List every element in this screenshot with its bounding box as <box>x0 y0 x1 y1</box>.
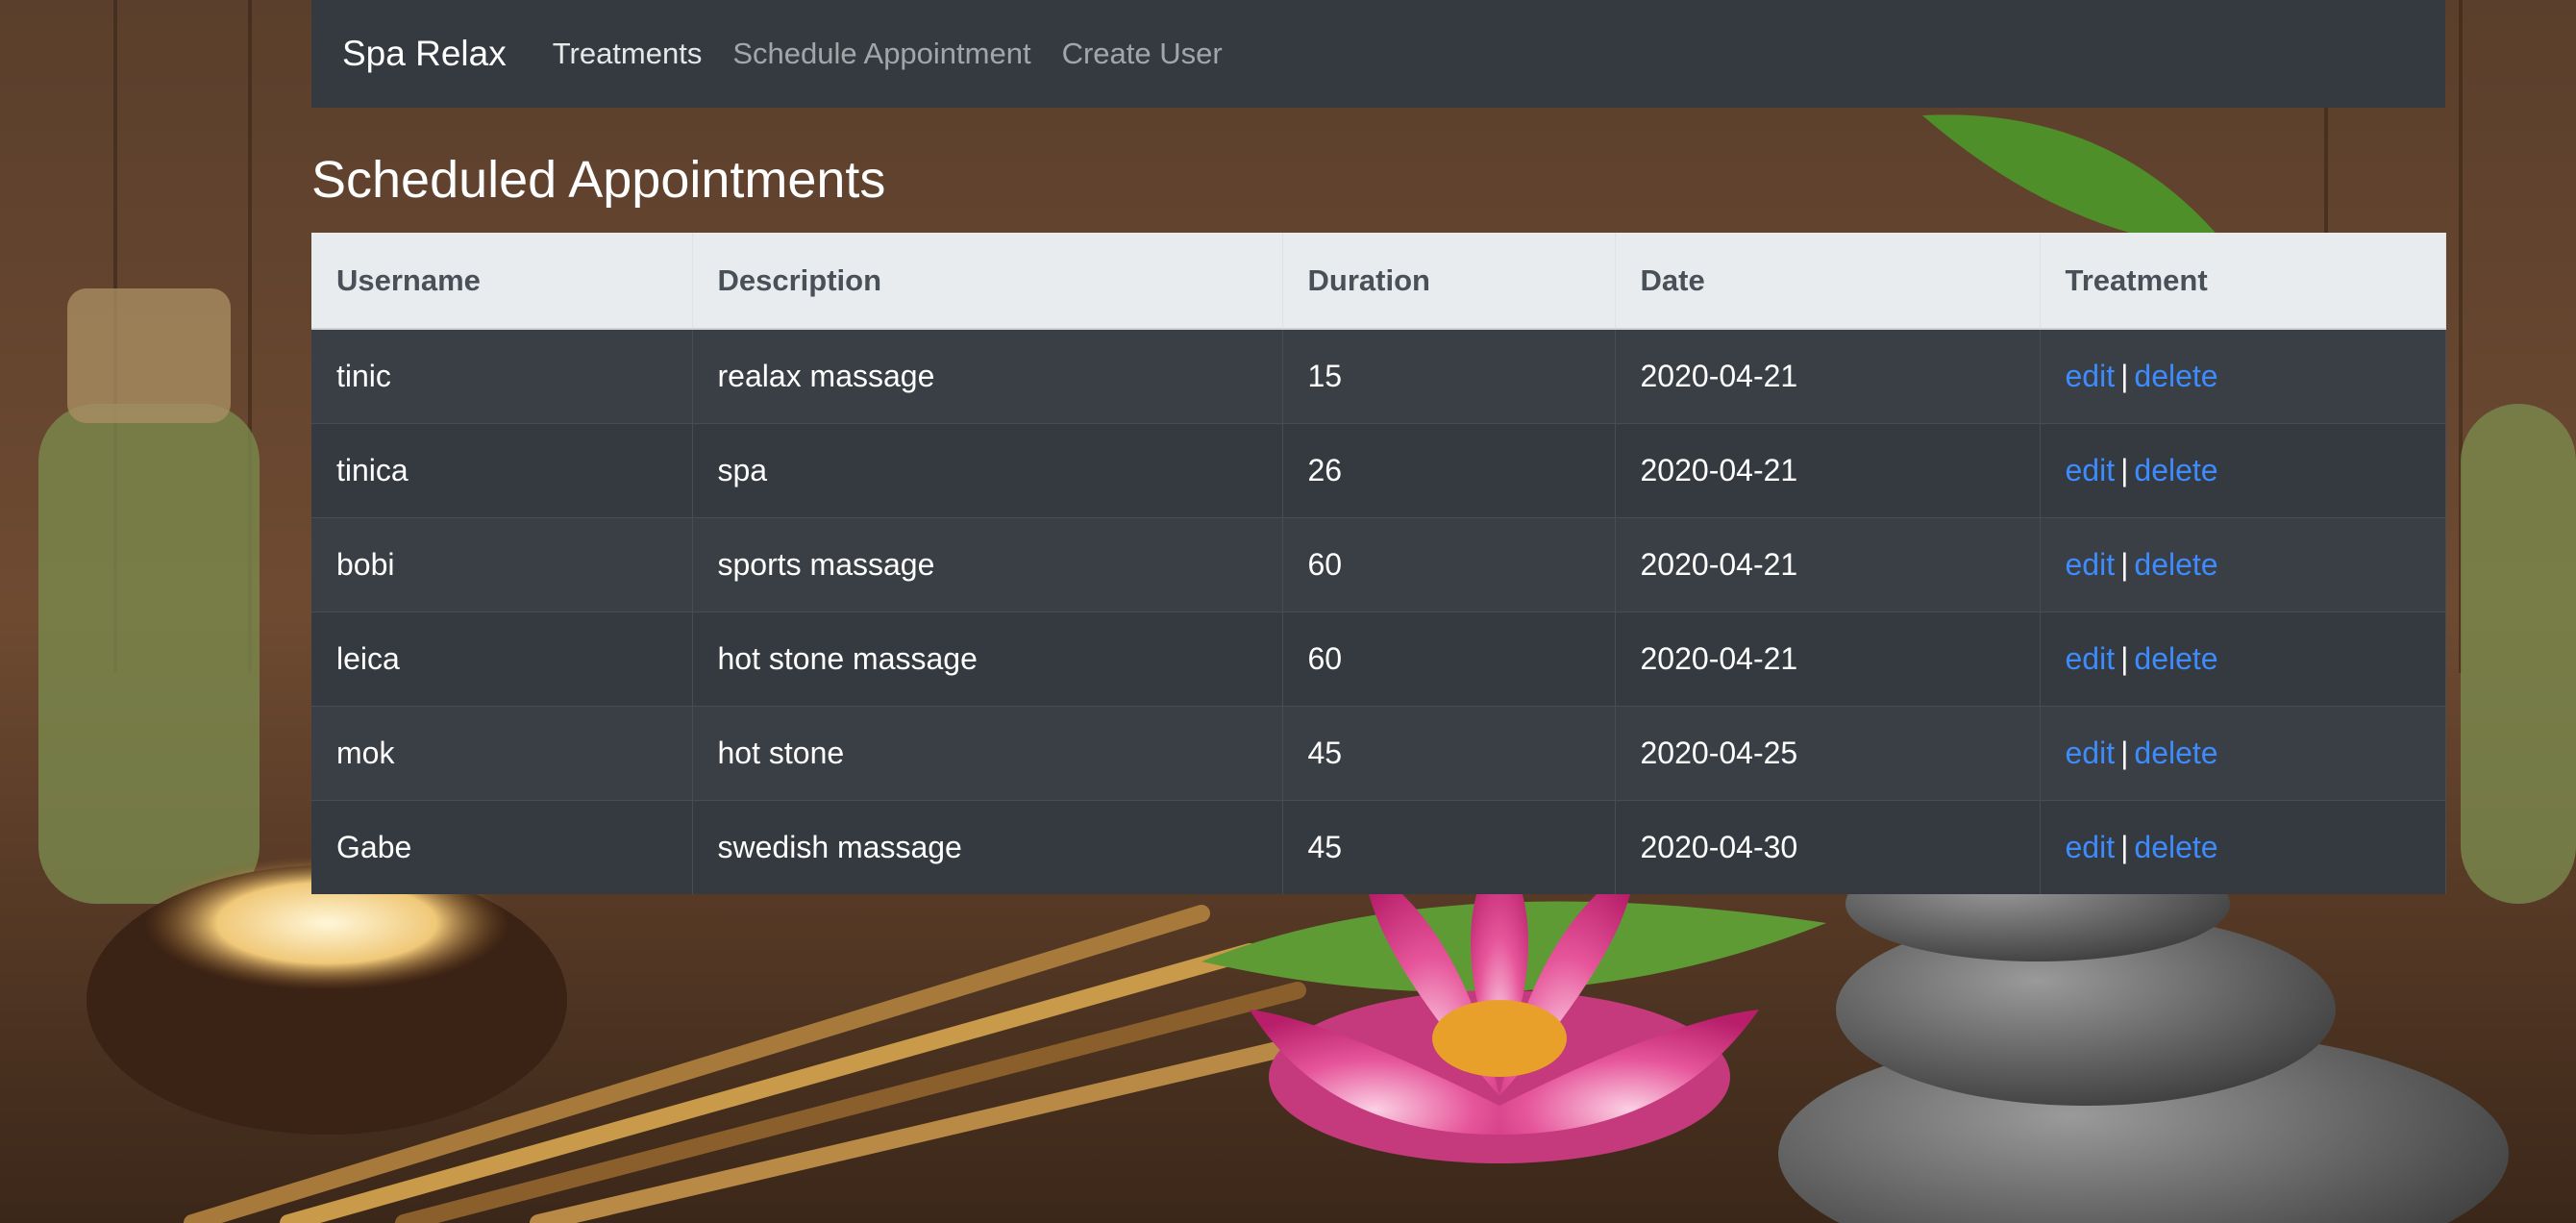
cell-duration: 60 <box>1282 516 1616 612</box>
table-row: bobi sports massage 60 2020-04-21 edit | d… <box>311 516 2446 612</box>
cell-actions: edit | delete <box>2040 516 2446 612</box>
action-separator: | <box>2120 735 2129 770</box>
cell-description: sports massage <box>692 516 1283 612</box>
nav-treatments[interactable]: Treatments <box>553 37 703 71</box>
table-row: Gabe swedish massage 45 2020-04-30 edit |… <box>311 799 2446 894</box>
cell-date: 2020-04-21 <box>1615 328 2041 423</box>
cell-description: realax massage <box>692 328 1283 423</box>
nav-schedule-appointment[interactable]: Schedule Appointment <box>732 37 1030 71</box>
cell-date: 2020-04-25 <box>1615 705 2041 800</box>
table-header-row: Username Description Duration Date Treat… <box>311 233 2446 330</box>
top-navbar: Spa Relax Treatments Schedule Appointmen… <box>311 0 2445 108</box>
action-separator: | <box>2120 546 2129 582</box>
delete-link[interactable]: delete <box>2134 359 2217 393</box>
edit-link[interactable]: edit <box>2066 453 2116 487</box>
table-row: tinic realax massage 15 2020-04-21 edit |… <box>311 328 2446 423</box>
header-treatment: Treatment <box>2040 233 2446 330</box>
edit-link[interactable]: edit <box>2066 641 2116 676</box>
delete-link[interactable]: delete <box>2134 453 2217 487</box>
delete-link[interactable]: delete <box>2134 830 2217 864</box>
cell-username: tinica <box>311 422 693 517</box>
main-container: Spa Relax Treatments Schedule Appointmen… <box>311 0 2446 894</box>
action-separator: | <box>2120 358 2129 393</box>
cell-description: swedish massage <box>692 799 1283 894</box>
cell-username: Gabe <box>311 799 693 894</box>
cell-duration: 45 <box>1282 705 1616 800</box>
action-separator: | <box>2120 829 2129 864</box>
header-date: Date <box>1615 233 2041 330</box>
action-separator: | <box>2120 452 2129 487</box>
cell-description: hot stone massage <box>692 611 1283 706</box>
header-duration: Duration <box>1282 233 1616 330</box>
table-row: mok hot stone 45 2020-04-25 edit | delete <box>311 705 2446 800</box>
cell-date: 2020-04-21 <box>1615 611 2041 706</box>
cell-username: mok <box>311 705 693 800</box>
appointments-table: Username Description Duration Date Treat… <box>311 233 2446 894</box>
cell-username: bobi <box>311 516 693 612</box>
cell-duration: 15 <box>1282 328 1616 423</box>
cell-actions: edit | delete <box>2040 799 2446 894</box>
header-username: Username <box>311 233 693 330</box>
edit-link[interactable]: edit <box>2066 830 2116 864</box>
cell-date: 2020-04-21 <box>1615 422 2041 517</box>
header-description: Description <box>692 233 1283 330</box>
action-separator: | <box>2120 640 2129 676</box>
cell-actions: edit | delete <box>2040 422 2446 517</box>
cell-description: hot stone <box>692 705 1283 800</box>
edit-link[interactable]: edit <box>2066 547 2116 582</box>
table-row: leica hot stone massage 60 2020-04-21 ed… <box>311 611 2446 706</box>
cell-username: leica <box>311 611 693 706</box>
cell-date: 2020-04-30 <box>1615 799 2041 894</box>
cell-duration: 26 <box>1282 422 1616 517</box>
edit-link[interactable]: edit <box>2066 359 2116 393</box>
delete-link[interactable]: delete <box>2134 547 2217 582</box>
cell-date: 2020-04-21 <box>1615 516 2041 612</box>
cell-actions: edit | delete <box>2040 611 2446 706</box>
cell-actions: edit | delete <box>2040 328 2446 423</box>
cell-username: tinic <box>311 328 693 423</box>
brand-link[interactable]: Spa Relax <box>342 34 507 74</box>
edit-link[interactable]: edit <box>2066 736 2116 770</box>
delete-link[interactable]: delete <box>2134 736 2217 770</box>
cell-description: spa <box>692 422 1283 517</box>
cell-duration: 45 <box>1282 799 1616 894</box>
delete-link[interactable]: delete <box>2134 641 2217 676</box>
cell-duration: 60 <box>1282 611 1616 706</box>
page-title: Scheduled Appointments <box>311 151 886 209</box>
nav-create-user[interactable]: Create User <box>1062 37 1223 71</box>
cell-actions: edit | delete <box>2040 705 2446 800</box>
table-row: tinica spa 26 2020-04-21 edit | delete <box>311 422 2446 517</box>
